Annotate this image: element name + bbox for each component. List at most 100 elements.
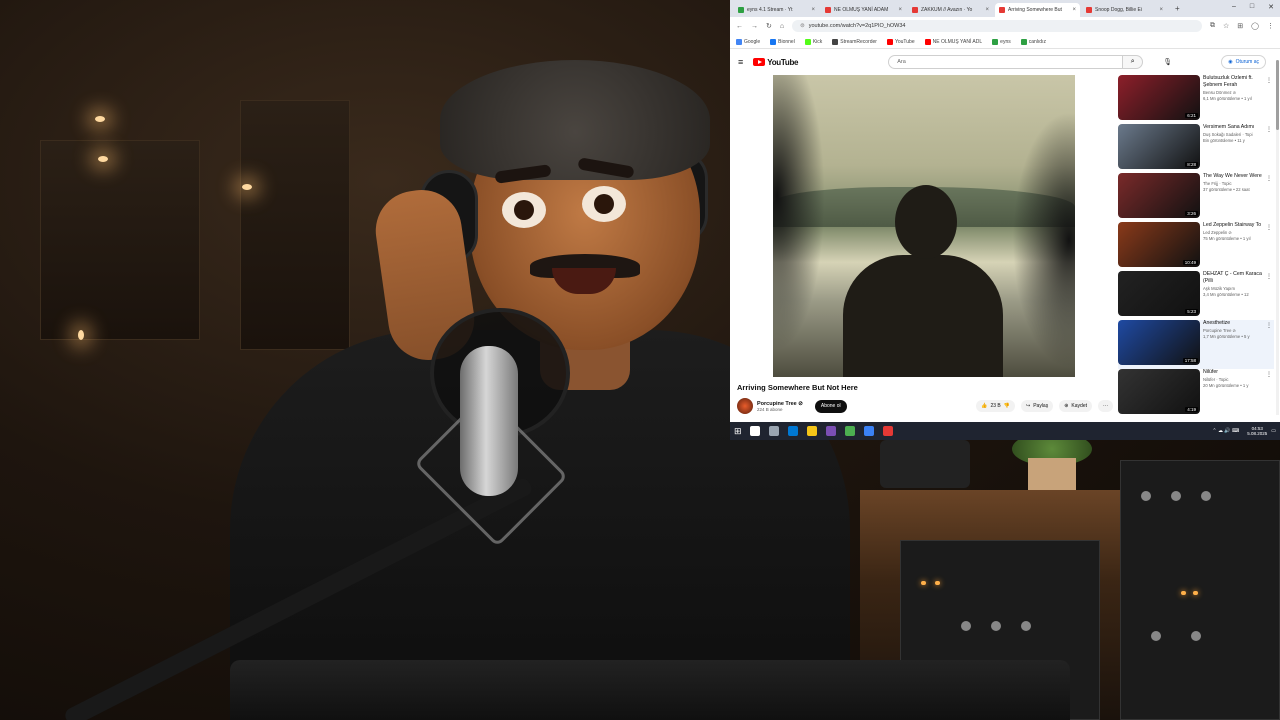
taskbar-app-icon[interactable]	[863, 426, 874, 436]
browser-tab[interactable]: NE OLMUŞ YANİ ADAM ×	[821, 3, 906, 17]
home-icon[interactable]: ⌂	[780, 23, 784, 30]
browser-tab[interactable]: Snoop Dogg, Billie Ei ×	[1082, 3, 1167, 17]
bookmark-item[interactable]: YouTube	[886, 38, 915, 45]
bookmark-item[interactable]: NE OLMUŞ YANİ ADL	[924, 38, 982, 45]
browser-tab[interactable]: eyns 4.1 Stream · Yt ×	[734, 3, 819, 17]
url-bar[interactable]: ⊜ youtube.com/watch?v=2q1PIO_hOW34	[792, 20, 1202, 32]
recommendation-channel[interactable]: Bensu Dönmez ⊘	[1203, 90, 1263, 95]
recommendation-thumbnail[interactable]: 4:19	[1118, 369, 1200, 414]
recommendation-thumbnail[interactable]: 10:49	[1118, 222, 1200, 267]
bookmark-star-icon[interactable]: ☆	[1223, 22, 1229, 30]
recommendation-item[interactable]: 17:58 Anesthetize Porcupine Tree ⊘ 1,7 Mn g…	[1118, 320, 1274, 369]
thumbs-down-icon[interactable]: 👎	[1004, 403, 1010, 409]
tray-icons[interactable]: ⌃ ☁ 🔊 ⌨	[1212, 428, 1239, 434]
voice-search-mic-icon[interactable]: 🎙	[1163, 58, 1172, 66]
back-icon[interactable]: ←	[736, 23, 743, 30]
page-scrollbar[interactable]	[1276, 60, 1279, 415]
browser-menu-icon[interactable]: ⋮	[1267, 22, 1274, 30]
youtube-logo[interactable]: YouTube	[753, 58, 799, 67]
recommendation-title[interactable]: DEHZAT Ç - Cem Karaca (Pilli	[1203, 271, 1263, 285]
recommendation-thumbnail[interactable]: 6:21	[1118, 75, 1200, 120]
sign-in-button[interactable]: ◉ Oturum aç	[1221, 55, 1266, 69]
more-actions-button[interactable]: ···	[1098, 400, 1113, 412]
recommendation-item[interactable]: 10:49 Led Zeppelin Stairway To Led Zeppeli…	[1118, 222, 1274, 271]
browser-tab[interactable]: Arriving Somewhere But ×	[995, 3, 1080, 17]
subscribe-button[interactable]: Abone ol	[814, 399, 847, 413]
install-app-icon[interactable]: ⧉	[1210, 22, 1215, 30]
recommendation-channel[interactable]: Aşk Müzik Yapım	[1203, 286, 1263, 291]
search-input[interactable]: Ara	[888, 55, 1124, 69]
tab-close-icon[interactable]: ×	[1159, 7, 1163, 13]
recommendation-item[interactable]: 6:21 Bulutsuzluk Özlemi ft. Şebnem Ferah B…	[1118, 75, 1274, 124]
recommendation-item[interactable]: 4:19 Nilüfer Nilüfer · Topic 20 Mn görüntül…	[1118, 369, 1274, 418]
bookmark-item[interactable]: canlıdız	[1020, 38, 1046, 45]
bookmark-item[interactable]: Kick	[804, 38, 822, 45]
taskbar-app-icon[interactable]	[806, 426, 817, 436]
tab-close-icon[interactable]: ×	[811, 7, 815, 13]
recommendation-channel[interactable]: The Frijj · Topic	[1203, 181, 1263, 186]
minimize-button[interactable]: –	[1232, 3, 1236, 11]
forward-icon[interactable]: →	[751, 23, 758, 30]
taskbar-app-icon[interactable]	[844, 426, 855, 436]
bookmark-item[interactable]: Google	[736, 38, 760, 45]
recommendation-title[interactable]: Bulutsuzluk Özlemi ft. Şebnem Ferah	[1203, 75, 1263, 89]
more-options-icon[interactable]: ⋮	[1266, 77, 1272, 84]
maximize-button[interactable]: □	[1250, 3, 1254, 11]
recommendation-channel[interactable]: Duş Sokağı Sadaleri · Topi	[1203, 132, 1263, 137]
browser-tab[interactable]: ZAKKUM // Avazın · Yo ×	[908, 3, 993, 17]
more-options-icon[interactable]: ⋮	[1266, 371, 1272, 378]
taskbar-app-icon[interactable]	[787, 426, 798, 436]
start-button[interactable]: ⊞	[734, 426, 742, 437]
recommendation-views: 6,1 Mn görüntüleme • 1 yıl	[1203, 96, 1252, 101]
tab-close-icon[interactable]: ×	[898, 7, 902, 13]
share-button[interactable]: ↪ Paylaş	[1021, 400, 1054, 412]
new-tab-button[interactable]: +	[1169, 4, 1186, 13]
extensions-icon[interactable]: ⊞	[1237, 22, 1243, 30]
recommendation-title[interactable]: The Way We Never Were	[1203, 173, 1263, 180]
more-options-icon[interactable]: ⋮	[1266, 126, 1272, 133]
recommendation-item[interactable]: 5:23 DEHZAT Ç - Cem Karaca (Pilli Aşk Müzi…	[1118, 271, 1274, 320]
recommendation-title[interactable]: Nilüfer	[1203, 369, 1263, 376]
more-options-icon[interactable]: ⋮	[1266, 322, 1272, 329]
recommendation-title[interactable]: Versimem Sana Adımı	[1203, 124, 1263, 131]
recommendation-item[interactable]: 3:26 The Way We Never Were The Frijj · Top…	[1118, 173, 1274, 222]
tab-close-icon[interactable]: ×	[985, 7, 989, 13]
taskbar-clock[interactable]: 04:53 5.08.2025	[1247, 426, 1267, 436]
bookmark-item[interactable]: StreamRecorder	[832, 38, 877, 45]
recommendation-info: DEHZAT Ç - Cem Karaca (Pilli Aşk Müzik Ya…	[1203, 271, 1263, 320]
recommendation-title[interactable]: Anesthetize	[1203, 320, 1263, 327]
save-button[interactable]: ⊕ Kaydet	[1059, 400, 1092, 412]
video-player[interactable]	[773, 75, 1075, 377]
bookmark-item[interactable]: eyns	[992, 38, 1011, 45]
channel-avatar[interactable]	[737, 398, 753, 414]
scrollbar-thumb[interactable]	[1276, 60, 1279, 130]
recommendation-channel[interactable]: Led Zeppelin ⊘	[1203, 230, 1263, 235]
close-window-button[interactable]: ✕	[1268, 3, 1274, 11]
taskbar-app-icon[interactable]	[768, 426, 779, 436]
taskbar-app-icon[interactable]	[882, 426, 893, 436]
recommendation-views: Bin görüntüleme • 11 y	[1203, 138, 1245, 143]
taskbar-app-icon[interactable]	[749, 426, 760, 436]
site-info-icon[interactable]: ⊜	[800, 23, 805, 29]
recommendation-title[interactable]: Led Zeppelin Stairway To	[1203, 222, 1263, 229]
ceiling-lamp	[95, 116, 105, 122]
search-button[interactable]: ⌕	[1123, 55, 1144, 69]
hamburger-menu-icon[interactable]: ≡	[738, 57, 743, 67]
reload-icon[interactable]: ↻	[766, 22, 772, 30]
recommendation-thumbnail[interactable]: 5:23	[1118, 271, 1200, 316]
recommendation-thumbnail[interactable]: 17:58	[1118, 320, 1200, 365]
bookmark-item[interactable]: Bionnel	[770, 38, 795, 45]
recommendation-channel[interactable]: Nilüfer · Topic	[1203, 377, 1263, 382]
taskbar-app-icon[interactable]	[825, 426, 836, 436]
more-options-icon[interactable]: ⋮	[1266, 175, 1272, 182]
like-button[interactable]: 👍 23 B 👎	[976, 400, 1015, 412]
profile-icon[interactable]: ◯	[1251, 22, 1259, 30]
more-options-icon[interactable]: ⋮	[1266, 224, 1272, 231]
recommendation-item[interactable]: 8:28 Versimem Sana Adımı Duş Sokağı Sadale…	[1118, 124, 1274, 173]
tab-close-icon[interactable]: ×	[1072, 7, 1076, 13]
notification-icon[interactable]: ▭	[1271, 428, 1276, 434]
more-options-icon[interactable]: ⋮	[1266, 273, 1272, 280]
recommendation-channel[interactable]: Porcupine Tree ⊘	[1203, 328, 1263, 333]
recommendation-thumbnail[interactable]: 3:26	[1118, 173, 1200, 218]
recommendation-thumbnail[interactable]: 8:28	[1118, 124, 1200, 169]
